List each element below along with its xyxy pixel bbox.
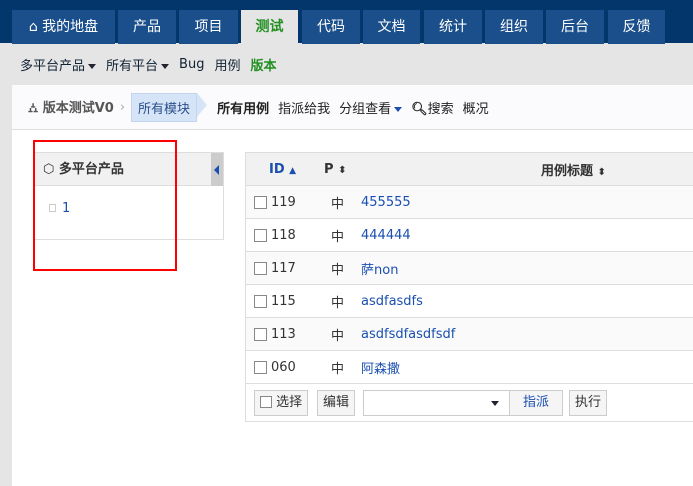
sort-id[interactable]: ID ▲	[269, 162, 296, 177]
sort-icon: ⬍	[597, 166, 606, 178]
tab-stats[interactable]: 统计	[424, 10, 482, 44]
sort-title[interactable]: 用例标题 ⬍	[541, 160, 606, 179]
sort-icon: ⬍	[338, 164, 347, 176]
product-dropdown[interactable]: 多平台产品	[20, 55, 97, 74]
sub-navbar: 多平台产品 所有平台 Bug 用例 版本	[0, 43, 693, 85]
select-all-button[interactable]: 选择	[254, 390, 309, 416]
tab-admin[interactable]: 后台	[546, 10, 604, 44]
case-title-link[interactable]: 455555	[361, 195, 411, 210]
row-checkbox[interactable]	[254, 261, 267, 275]
breadcrumb-root[interactable]: ⛼ 版本测试V0	[28, 97, 114, 118]
tab-project[interactable]: 项目	[179, 10, 238, 44]
chevron-right-icon: ›	[119, 99, 126, 115]
tab-product[interactable]: 产品	[118, 10, 176, 44]
tab-my[interactable]: ⌂ 我的地盘	[12, 10, 115, 44]
sitemap-icon: ⛼	[28, 100, 39, 116]
table-row: 117 中萨non	[246, 252, 693, 285]
caret-down-icon	[491, 401, 499, 406]
assign-button[interactable]: 指派	[509, 390, 563, 416]
case-priority: 中	[331, 196, 345, 212]
case-id: 113	[271, 326, 296, 342]
case-priority: 中	[331, 361, 345, 377]
table-footer: 选择 编辑 指派 执行	[246, 384, 693, 421]
table-row: 113 中 asdfsdfasdfsdf	[246, 318, 693, 351]
table-row: 119 中 455555	[246, 186, 693, 219]
caret-down-icon	[88, 63, 97, 69]
case-priority: 中	[331, 295, 345, 311]
group-view-dropdown[interactable]: 分组查看	[339, 98, 403, 117]
row-checkbox[interactable]	[254, 294, 267, 308]
search-button[interactable]: 🔍︎搜索	[411, 98, 454, 117]
table-row: 115 中 asdfasdfs	[246, 285, 693, 318]
caret-down-icon	[161, 63, 170, 69]
case-priority: 中	[331, 262, 345, 278]
case-id: 118	[271, 227, 296, 243]
row-checkbox[interactable]	[254, 228, 267, 242]
table-row: 118 中 444444	[246, 219, 693, 252]
case-id: 119	[271, 194, 296, 210]
table-row: 060 中阿森撒	[246, 351, 693, 384]
case-title-link[interactable]: asdfsdfasdfsdf	[361, 327, 455, 342]
sort-asc-icon: ▲	[289, 165, 297, 176]
subnav-build[interactable]: 版本	[250, 55, 276, 74]
case-priority: 中	[331, 229, 345, 245]
case-title-link[interactable]: 萨non	[361, 259, 398, 278]
tab-test[interactable]: 测试	[241, 10, 298, 44]
platform-dropdown[interactable]: 所有平台	[106, 55, 170, 74]
table-body: 119 中 455555 118 中 444444 117 中萨non 115 中 asdfasdf…	[246, 186, 693, 384]
home-icon: ⌂	[28, 19, 38, 35]
case-id: 060	[271, 359, 296, 375]
run-button[interactable]: 执行	[569, 390, 608, 416]
collapse-toggle[interactable]	[211, 153, 223, 186]
table-header: ID ▲ P ⬍ 用例标题 ⬍	[246, 153, 693, 186]
sort-pri[interactable]: P ⬍	[324, 162, 346, 177]
tab-org[interactable]: 组织	[485, 10, 543, 44]
search-icon: 🔍︎	[411, 101, 428, 117]
checkbox[interactable]	[260, 396, 272, 408]
overview-link[interactable]: 概况	[463, 98, 489, 117]
case-table: ID ▲ P ⬍ 用例标题 ⬍ 119 中 455555 118 中 444444 117 中…	[245, 152, 693, 422]
case-id: 115	[271, 293, 296, 309]
tab-code[interactable]: 代码	[302, 10, 360, 44]
case-title-link[interactable]: asdfasdfs	[361, 294, 423, 309]
case-id: 117	[271, 260, 296, 276]
breadcrumb: ⛼ 版本测试V0 › 所有模块 所有用例 指派给我 分组查看 🔍︎搜索 概况	[12, 85, 693, 130]
tab-doc[interactable]: 文档	[363, 10, 420, 44]
assign-to-select[interactable]	[363, 390, 510, 416]
top-navbar: ⌂ 我的地盘 产品 项目 测试 代码 文档 统计 组织 后台 反馈	[0, 0, 693, 44]
row-checkbox[interactable]	[254, 195, 267, 209]
row-checkbox[interactable]	[254, 360, 267, 374]
filter-assigned-to-me[interactable]: 指派给我	[278, 98, 330, 117]
filter-all-cases[interactable]: 所有用例	[217, 98, 269, 117]
highlight-box	[33, 140, 177, 271]
breadcrumb-module[interactable]: 所有模块	[131, 92, 208, 122]
caret-down-icon	[394, 106, 403, 112]
case-priority: 中	[331, 328, 345, 344]
batch-edit-button[interactable]: 编辑	[317, 390, 356, 416]
subnav-bug[interactable]: Bug	[179, 57, 204, 72]
row-checkbox[interactable]	[254, 327, 267, 341]
subnav-case[interactable]: 用例	[214, 55, 240, 74]
case-title-link[interactable]: 444444	[361, 228, 411, 243]
tab-feedback[interactable]: 反馈	[608, 10, 665, 44]
case-title-link[interactable]: 阿森撒	[361, 358, 400, 377]
